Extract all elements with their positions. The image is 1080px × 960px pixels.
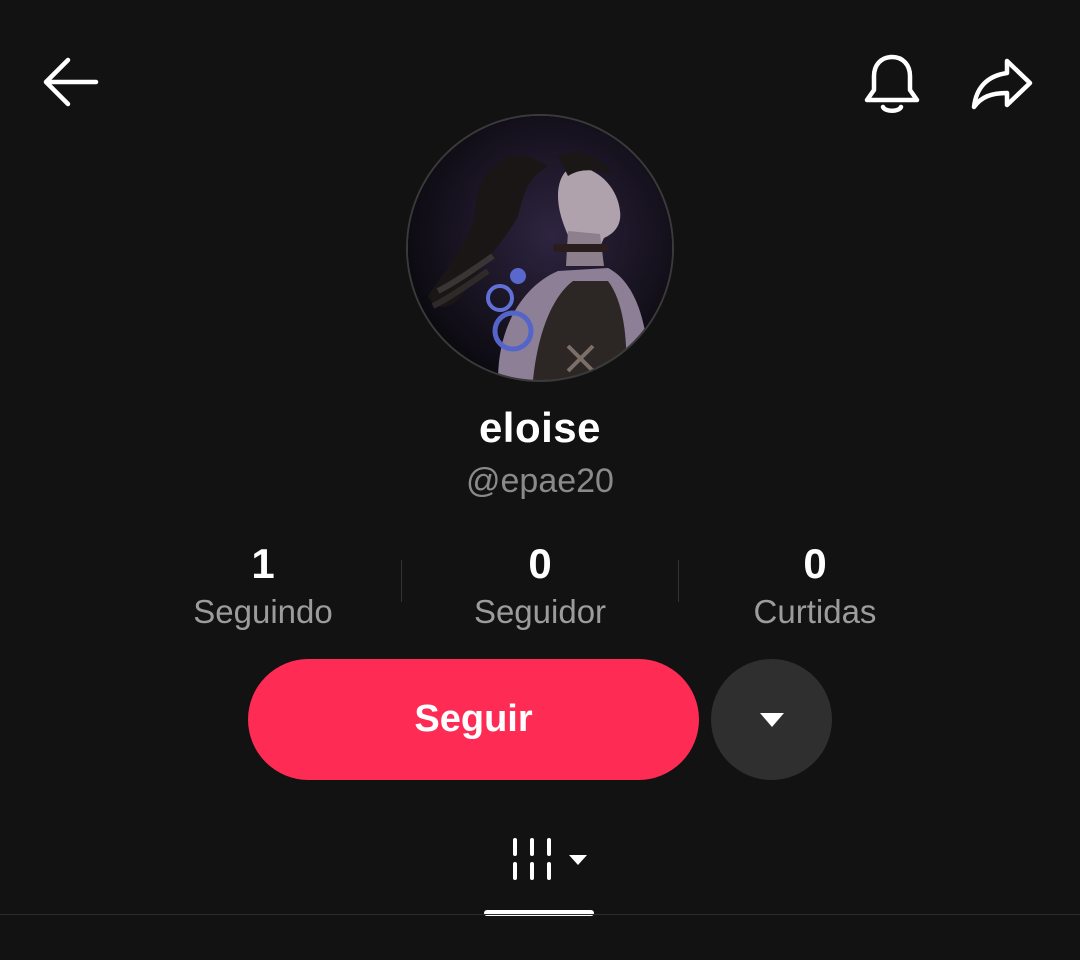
- caret-down-icon: [569, 855, 587, 865]
- stat-divider: [401, 560, 402, 602]
- display-name: eloise: [478, 404, 602, 451]
- stat-likes[interactable]: 0 Curtidas: [685, 538, 945, 632]
- stat-following-label: Seguindo: [193, 593, 333, 630]
- stat-likes-count: 0: [803, 540, 827, 587]
- avatar-image: [408, 116, 672, 380]
- avatar[interactable]: [408, 116, 672, 380]
- active-tab-indicator: [484, 910, 594, 916]
- stat-followers-label: Seguidor: [473, 593, 607, 630]
- follow-button[interactable]: Seguir: [248, 659, 699, 780]
- bell-icon: [864, 54, 920, 113]
- share-arrow-icon: [971, 58, 1033, 110]
- stat-following[interactable]: 1 Seguindo: [133, 538, 393, 632]
- stat-followers[interactable]: 0 Seguidor: [410, 538, 670, 632]
- stat-following-count: 1: [251, 540, 275, 587]
- notification-bell-button[interactable]: [852, 44, 932, 124]
- tab-bar-divider: [0, 914, 1080, 915]
- arrow-left-icon: [43, 57, 99, 107]
- stat-likes-label: Curtidas: [753, 593, 877, 630]
- stat-divider: [678, 560, 679, 602]
- back-button[interactable]: [30, 44, 110, 120]
- more-options-button[interactable]: [711, 659, 832, 780]
- tab-videos[interactable]: [485, 820, 595, 916]
- caret-down-icon: [759, 712, 784, 727]
- grid-sort-icon: [513, 838, 551, 880]
- stat-followers-count: 0: [528, 540, 552, 587]
- share-button[interactable]: [962, 44, 1042, 124]
- username-handle: @epae20: [466, 462, 614, 500]
